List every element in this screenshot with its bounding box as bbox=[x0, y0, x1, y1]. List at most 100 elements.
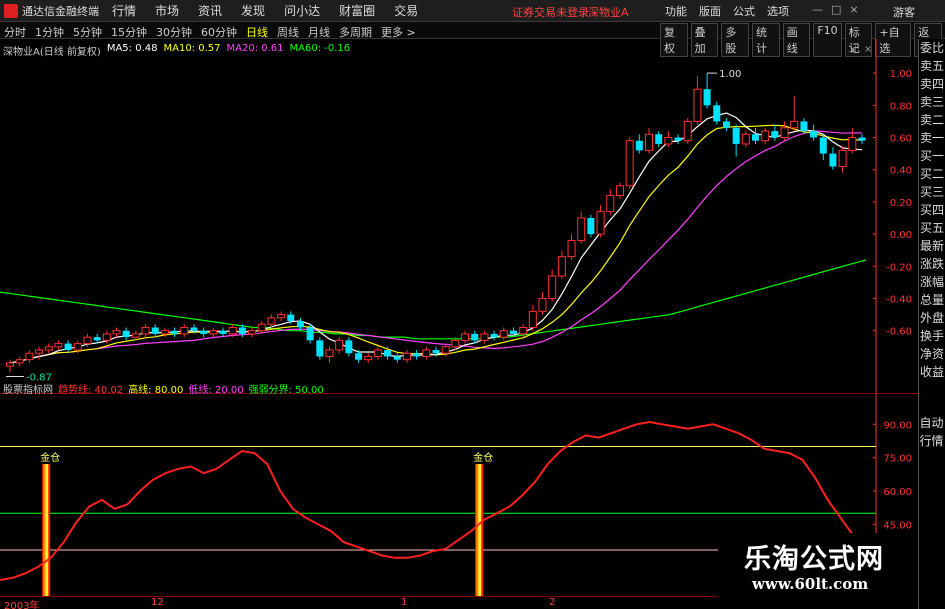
tab-30min[interactable]: 30分钟 bbox=[156, 24, 192, 40]
candle bbox=[171, 327, 179, 338]
candle-body bbox=[209, 330, 218, 335]
candle-body bbox=[761, 130, 770, 142]
tab-15min[interactable]: 15分钟 bbox=[111, 24, 147, 40]
side-item-buy4[interactable]: 买四 bbox=[919, 201, 945, 219]
tab-monthly[interactable]: 月线 bbox=[308, 24, 330, 40]
candle-body bbox=[722, 121, 730, 128]
candle-body bbox=[451, 339, 460, 348]
side-item-volume[interactable]: 总量 bbox=[919, 291, 945, 309]
auto-quote-toggle[interactable]: 自动 行情 bbox=[918, 414, 945, 450]
candle bbox=[499, 327, 508, 341]
tab-timeshare[interactable]: 分时 bbox=[4, 24, 26, 40]
signal-bar-edge bbox=[476, 464, 479, 596]
candle-body bbox=[160, 330, 169, 335]
menu-item-wealth[interactable]: 财富圈 bbox=[339, 2, 375, 19]
tab-60min[interactable]: 60分钟 bbox=[201, 24, 237, 40]
side-item-sell4[interactable]: 卖四 bbox=[919, 75, 945, 93]
price-tick-label: 0.60 bbox=[890, 134, 912, 145]
side-item-sell2[interactable]: 卖二 bbox=[919, 111, 945, 129]
side-item-sell3[interactable]: 卖三 bbox=[919, 93, 945, 111]
oscillator-name: 股票指标网 bbox=[3, 385, 53, 396]
menu-item-layout[interactable]: 版面 bbox=[699, 3, 721, 19]
candle-body bbox=[35, 349, 44, 354]
tab-5min[interactable]: 5分钟 bbox=[73, 24, 102, 40]
candle bbox=[200, 327, 208, 338]
candle-body bbox=[384, 350, 392, 357]
price-tick-label: 0.00 bbox=[890, 230, 912, 241]
side-item-buy5[interactable]: 买五 bbox=[919, 219, 945, 237]
candle-body bbox=[461, 333, 470, 341]
side-item-sell1[interactable]: 卖一 bbox=[919, 129, 945, 147]
side-item-buy3[interactable]: 买三 bbox=[919, 183, 945, 201]
candle-body bbox=[402, 352, 411, 361]
candle bbox=[490, 330, 498, 341]
candle-body bbox=[732, 127, 740, 144]
side-item-change[interactable]: 涨跌 bbox=[919, 255, 945, 273]
menu-item-discover[interactable]: 发现 bbox=[241, 2, 265, 19]
tab-more[interactable]: 更多 > bbox=[381, 24, 416, 40]
candle bbox=[35, 346, 44, 360]
mid-line-value: 强弱分界: 50.00 bbox=[248, 385, 324, 396]
side-item-buy2[interactable]: 买二 bbox=[919, 165, 945, 183]
menu-item-formula[interactable]: 公式 bbox=[733, 3, 755, 19]
high-marker-label: 1.00 bbox=[719, 69, 741, 80]
menu-item-trade[interactable]: 交易 bbox=[394, 2, 418, 19]
tab-multi-period[interactable]: 多周期 bbox=[339, 24, 372, 40]
side-item-weibi[interactable]: 委比 bbox=[919, 39, 945, 57]
candle-body bbox=[296, 321, 304, 328]
candle-body bbox=[490, 333, 498, 338]
side-item-outer[interactable]: 外盘 bbox=[919, 309, 945, 327]
high-line-value: 高线: 80.00 bbox=[128, 385, 184, 396]
candle-body bbox=[122, 330, 130, 338]
menu-item-options[interactable]: 选项 bbox=[767, 3, 789, 19]
side-item-sell5[interactable]: 卖五 bbox=[919, 57, 945, 75]
candle-body bbox=[557, 256, 566, 277]
menu-item-market[interactable]: 市场 bbox=[155, 2, 179, 19]
candle-body bbox=[674, 137, 682, 141]
candle-body bbox=[102, 333, 111, 341]
menu-item-quotes[interactable]: 行情 bbox=[112, 2, 136, 19]
candle bbox=[248, 327, 257, 338]
candle-body bbox=[548, 275, 557, 300]
minimize-icon[interactable]: — bbox=[812, 3, 831, 16]
watermark: 乐淘公式网 www.60lt.com bbox=[718, 533, 918, 599]
candlestick-chart[interactable]: 1.00 0.80 0.60 0.40 0.20 0.00 -0.20 -0.40 -0.60 1… bbox=[0, 39, 918, 393]
tab-weekly[interactable]: 周线 bbox=[277, 24, 299, 40]
tab-1min[interactable]: 1分钟 bbox=[35, 24, 64, 40]
candle bbox=[693, 76, 702, 125]
candle bbox=[713, 102, 721, 125]
restore-icon[interactable]: □ bbox=[831, 3, 849, 16]
candle bbox=[615, 182, 624, 199]
candle-body bbox=[83, 336, 92, 345]
app-logo-icon bbox=[4, 3, 18, 18]
candle bbox=[771, 124, 779, 141]
candle bbox=[373, 346, 382, 360]
quote-side-panel: 委比 卖五 卖四 卖三 卖二 卖一 买一 买二 买三 买四 买五 最新 涨跌 涨… bbox=[918, 39, 945, 609]
candle bbox=[741, 131, 750, 148]
candle-body bbox=[596, 211, 605, 235]
side-item-turnover[interactable]: 换手 bbox=[919, 327, 945, 345]
candle-body bbox=[819, 137, 827, 154]
candle-body bbox=[44, 346, 53, 351]
menu-item-function[interactable]: 功能 bbox=[665, 3, 687, 19]
candle-body bbox=[528, 310, 537, 328]
price-tick-label: 0.20 bbox=[890, 198, 912, 209]
menu-item-assistant[interactable]: 问小达 bbox=[284, 2, 320, 19]
side-item-latest[interactable]: 最新 bbox=[919, 237, 945, 255]
candle bbox=[461, 330, 470, 344]
close-icon[interactable]: × bbox=[849, 3, 866, 16]
side-item-net-assets[interactable]: 净资 bbox=[919, 345, 945, 363]
candle bbox=[810, 124, 818, 141]
osc-tick-label: 75.00 bbox=[883, 454, 912, 465]
current-stock: 深物业A bbox=[588, 6, 629, 19]
guest-user[interactable]: 游客 bbox=[893, 4, 915, 20]
login-notice[interactable]: 证券交易未登录 bbox=[512, 4, 589, 20]
candle-body bbox=[538, 298, 547, 312]
side-item-buy1[interactable]: 买一 bbox=[919, 147, 945, 165]
menu-item-news[interactable]: 资讯 bbox=[198, 2, 222, 19]
candle-body bbox=[509, 330, 517, 334]
side-item-earnings[interactable]: 收益 bbox=[919, 363, 945, 381]
osc-tick-label: 90.00 bbox=[883, 420, 912, 431]
tab-daily[interactable]: 日线 bbox=[246, 24, 268, 40]
side-item-change-pct[interactable]: 涨幅 bbox=[919, 273, 945, 291]
